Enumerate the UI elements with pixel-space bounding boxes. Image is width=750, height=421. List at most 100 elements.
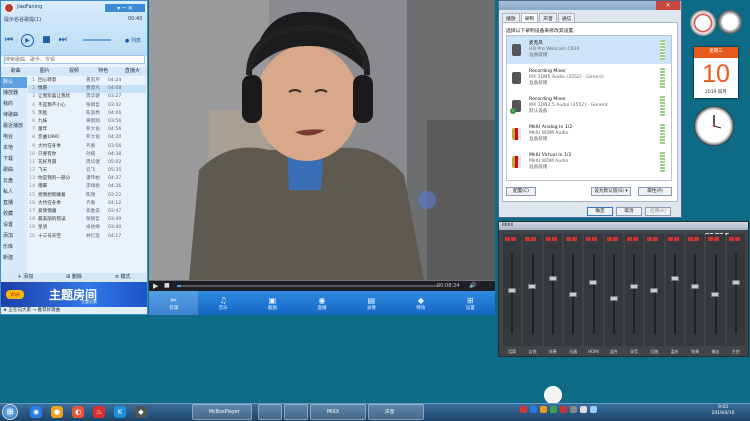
video-tool-button[interactable]: ▣ 截图 bbox=[248, 291, 297, 315]
song-row[interactable]: 13 你是我的一部分 潘玮柏 04:37 bbox=[28, 175, 146, 183]
song-row[interactable]: 5 笑脸 陈淑桦 04:06 bbox=[28, 110, 146, 118]
sidebar-item[interactable]: 收藏 bbox=[1, 209, 27, 220]
sidebar-item[interactable]: 播放器 bbox=[1, 88, 27, 99]
volume-icon[interactable] bbox=[580, 406, 587, 413]
fader-track[interactable] bbox=[633, 254, 636, 334]
sidebar-item[interactable]: 歌曲 bbox=[1, 165, 27, 176]
solo-button[interactable] bbox=[592, 237, 598, 241]
fader-track[interactable] bbox=[531, 254, 534, 334]
fader-knob[interactable] bbox=[569, 292, 578, 297]
player-window-controls[interactable]: ▾ ─ ✕ bbox=[105, 4, 145, 12]
song-row[interactable]: 17 爱情傀儡 高胜美 03:47 bbox=[28, 208, 146, 216]
tab-featured[interactable]: 特色 bbox=[89, 67, 118, 76]
device-item[interactable]: Recording Mixer MX 1DN5 Audio (3552) - Ge… bbox=[507, 64, 671, 92]
fader-knob[interactable] bbox=[528, 284, 537, 289]
sidebar-item[interactable]: 待歌曲 bbox=[1, 110, 27, 121]
solo-button[interactable] bbox=[571, 237, 577, 241]
player-search-input[interactable] bbox=[4, 55, 145, 64]
fader-track[interactable] bbox=[592, 254, 595, 334]
desktop-avatar-icon[interactable] bbox=[544, 386, 562, 404]
tray-icon[interactable] bbox=[560, 406, 567, 413]
mode-button[interactable]: ≡ 模式 bbox=[115, 273, 131, 282]
fader-track[interactable] bbox=[612, 254, 615, 334]
configure-button[interactable]: 配置(C) bbox=[506, 187, 536, 196]
tab-live[interactable]: 直播大 bbox=[118, 67, 147, 76]
mute-button[interactable] bbox=[667, 237, 673, 241]
sidebar-item[interactable]: 私人 bbox=[1, 187, 27, 198]
device-item[interactable]: 麦克风 HD Pro Webcam C920 准备就绪 bbox=[507, 36, 671, 64]
taskbar-clock[interactable]: 9:03 2019/4/10 bbox=[698, 405, 748, 417]
taskbar-task-button[interactable]: 声音 bbox=[368, 404, 424, 420]
play-icon[interactable]: ▶ bbox=[21, 34, 35, 47]
fader-knob[interactable] bbox=[670, 276, 679, 281]
mute-button[interactable] bbox=[626, 237, 632, 241]
device-item[interactable]: MkIU Analog In 1/2 MkIU WDM Audio 准备就绪 bbox=[507, 120, 671, 148]
fader-track[interactable] bbox=[653, 254, 656, 334]
sidebar-item[interactable]: 电台 bbox=[1, 132, 27, 143]
previous-icon[interactable]: ⏮ bbox=[5, 36, 13, 45]
clock-gadget[interactable] bbox=[694, 106, 734, 146]
mute-button[interactable] bbox=[606, 237, 612, 241]
video-volume-icon[interactable]: 🔊 bbox=[469, 282, 476, 289]
song-row[interactable]: 3 让我欢喜让我忧 周华健 03:27 bbox=[28, 93, 146, 101]
mute-button[interactable] bbox=[586, 237, 592, 241]
solo-button[interactable] bbox=[612, 237, 618, 241]
add-button[interactable]: + 添加 bbox=[17, 273, 33, 282]
solo-button[interactable] bbox=[653, 237, 659, 241]
solo-button[interactable] bbox=[693, 237, 699, 241]
device-item[interactable]: MkIU Virtual In 1/2 MkIU WDM Audio 准备就绪 bbox=[507, 148, 671, 176]
sidebar-item[interactable]: 设置 bbox=[1, 220, 27, 231]
fader-knob[interactable] bbox=[548, 276, 557, 281]
fader-knob[interactable] bbox=[589, 280, 598, 285]
delete-button[interactable]: ⊞ 删除 bbox=[66, 273, 82, 282]
fader-knob[interactable] bbox=[711, 292, 720, 297]
fader-track[interactable] bbox=[511, 254, 514, 334]
mute-button[interactable] bbox=[708, 237, 714, 241]
solo-button[interactable] bbox=[714, 237, 720, 241]
solo-button[interactable] bbox=[734, 237, 740, 241]
cancel-button[interactable]: 取消 bbox=[616, 207, 642, 216]
sidebar-item[interactable]: 下载 bbox=[1, 154, 27, 165]
song-row[interactable]: 16 大约在冬季 齐秦 04:12 bbox=[28, 200, 146, 208]
taskbar-task-button[interactable] bbox=[284, 404, 308, 420]
quick-launch-icon[interactable]: ◉ bbox=[30, 406, 42, 418]
fader-track[interactable] bbox=[673, 254, 676, 334]
song-row[interactable]: 15 想我想到睡着 陈瑞 03:22 bbox=[28, 192, 146, 200]
song-row[interactable]: 12 飞天 云飞 05:35 bbox=[28, 167, 146, 175]
sidebar-item[interactable]: 默认 bbox=[1, 77, 27, 88]
quick-launch-icon[interactable]: ◆ bbox=[135, 406, 147, 418]
set-default-button[interactable]: 设为默认值(S) ▾ bbox=[591, 187, 631, 196]
sidebar-item[interactable]: 添加 bbox=[1, 231, 27, 242]
sidebar-item[interactable]: 最近播放 bbox=[1, 121, 27, 132]
song-row[interactable]: 19 星语 卓依婷 03:40 bbox=[28, 224, 146, 232]
volume-slider[interactable] bbox=[83, 39, 111, 41]
video-progress-track[interactable] bbox=[177, 285, 439, 287]
mute-button[interactable] bbox=[545, 237, 551, 241]
promo-banner[interactable]: VIVA 主题房间 主题记录 bbox=[1, 282, 147, 307]
properties-button[interactable]: 属性(P) bbox=[638, 187, 672, 196]
network-icon[interactable] bbox=[590, 406, 597, 413]
start-button[interactable]: ⊞ bbox=[2, 404, 18, 420]
apply-button[interactable]: 应用(A) bbox=[645, 207, 671, 216]
fader-knob[interactable] bbox=[731, 280, 740, 285]
quick-launch-icon[interactable]: ◐ bbox=[72, 406, 84, 418]
video-tool-button[interactable]: ♫ 音乐 bbox=[198, 291, 247, 315]
taskbar-task-button[interactable]: MIXX bbox=[310, 404, 366, 420]
song-row[interactable]: 1 回心转意 黄凯芹 04:24 bbox=[28, 77, 146, 85]
song-row[interactable]: 10 只要有你 孙楠 04:38 bbox=[28, 151, 146, 159]
video-tool-button[interactable]: ▤ 录像 bbox=[347, 291, 396, 315]
solo-button[interactable] bbox=[632, 237, 638, 241]
ok-button[interactable]: 确定 bbox=[587, 207, 613, 216]
song-row[interactable]: 11 花好月圆 周华健 05:02 bbox=[28, 159, 146, 167]
tray-icon[interactable] bbox=[540, 406, 547, 413]
device-item[interactable]: 麦克风Realtek High Definition Audio bbox=[507, 176, 671, 180]
sidebar-item[interactable]: 我的 bbox=[1, 99, 27, 110]
song-row[interactable]: 14 雨蝶 李翊君 04:26 bbox=[28, 183, 146, 191]
song-row[interactable]: 8 恋曲1990 罗大佑 04:20 bbox=[28, 134, 146, 142]
fader-knob[interactable] bbox=[609, 296, 618, 301]
solo-button[interactable] bbox=[531, 237, 537, 241]
dialog-titlebar[interactable] bbox=[499, 1, 681, 10]
gadget-icon-2[interactable] bbox=[718, 10, 742, 34]
video-tool-button[interactable]: ✂ 剪辑 bbox=[149, 291, 199, 315]
video-play-icon[interactable]: ▶ bbox=[153, 282, 158, 290]
